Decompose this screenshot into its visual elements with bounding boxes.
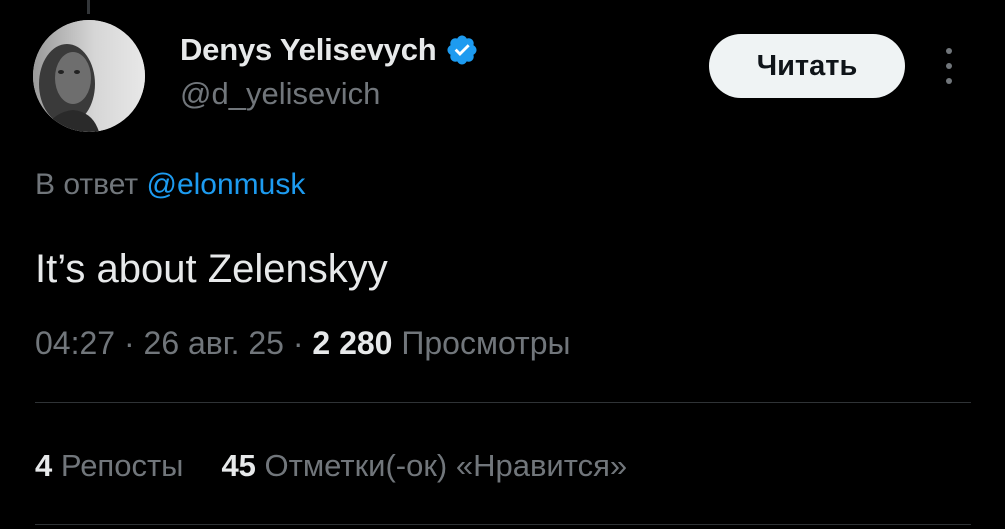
thread-connector-line	[87, 0, 90, 14]
likes-stat[interactable]: 45 Отметки(-ок) «Нравится»	[221, 448, 627, 484]
engagement-stats: 4 Репосты 45 Отметки(-ок) «Нравится»	[35, 448, 665, 484]
divider	[35, 524, 971, 525]
reply-mention-link[interactable]: @elonmusk	[146, 168, 305, 201]
likes-label: Отметки(-ок) «Нравится»	[264, 448, 628, 483]
reposts-stat[interactable]: 4 Репосты	[35, 448, 183, 484]
author-handle[interactable]: @d_yelisevich	[180, 76, 380, 112]
meta-separator: ·	[292, 325, 304, 361]
more-vertical-icon[interactable]	[934, 44, 964, 88]
reply-context: В ответ @elonmusk	[35, 168, 305, 202]
tweet-time[interactable]: 04:27	[35, 325, 115, 361]
verified-badge-icon	[445, 33, 479, 67]
tweet-text: It’s about Zelenskyy	[35, 247, 388, 291]
reposts-count: 4	[35, 448, 53, 483]
meta-separator: ·	[123, 325, 135, 361]
more-dot	[946, 78, 952, 84]
more-dot	[946, 48, 952, 54]
views-label: Просмотры	[401, 325, 571, 361]
more-dot	[946, 63, 952, 69]
follow-button[interactable]: Читать	[709, 34, 905, 98]
reply-prefix: В ответ	[35, 168, 139, 201]
avatar[interactable]	[33, 20, 145, 132]
views-count: 2 280	[312, 325, 393, 361]
likes-count: 45	[221, 448, 256, 483]
author-display-name[interactable]: Denys Yelisevych	[180, 32, 437, 68]
tweet-date[interactable]: 26 авг. 25	[144, 325, 284, 361]
reposts-label: Репосты	[60, 448, 184, 483]
tweet-meta: 04:27 · 26 авг. 25 · 2 280 Просмотры	[35, 325, 570, 362]
avatar-photo-icon	[33, 20, 145, 132]
divider	[35, 402, 971, 403]
author-name-row: Denys Yelisevych	[180, 28, 479, 72]
